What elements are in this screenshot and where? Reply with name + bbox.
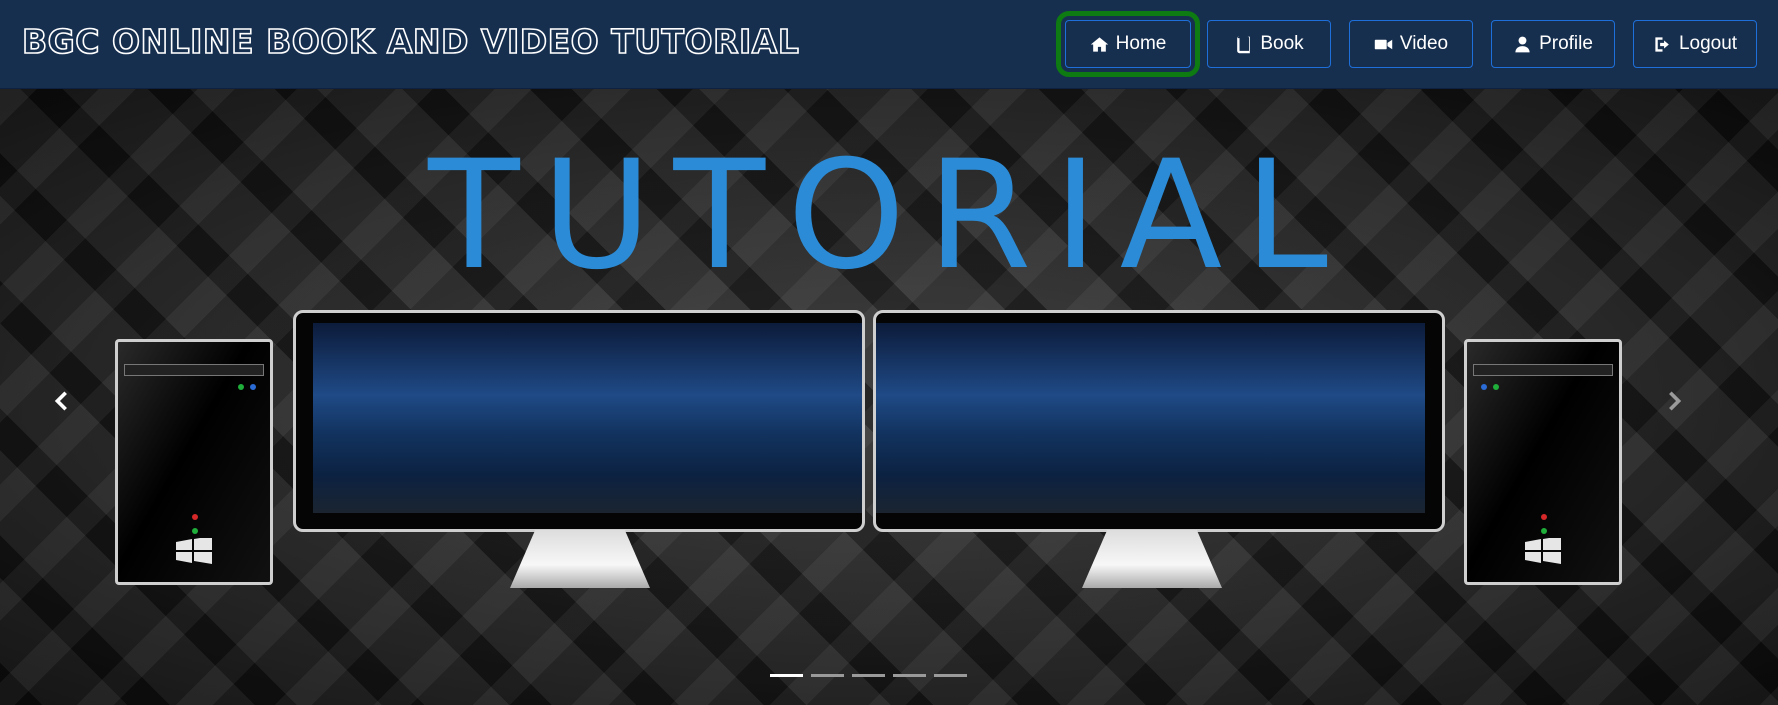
windows-logo-icon — [1525, 538, 1561, 564]
left-monitor-image — [293, 310, 865, 532]
carousel-next-button[interactable] — [1652, 379, 1696, 423]
nav-book-label: Book — [1260, 33, 1304, 54]
city-skyline-image — [313, 323, 862, 513]
carousel-prev-button[interactable] — [40, 379, 84, 423]
nav-logout-label: Logout — [1678, 33, 1738, 54]
right-monitor-image — [873, 310, 1445, 532]
city-skyline-image — [876, 323, 1425, 513]
nav-home-label: Home — [1115, 33, 1167, 54]
hero-title: TUTORIAL — [428, 129, 1350, 303]
nav-profile-label: Profile — [1539, 33, 1593, 54]
carousel-indicator-3[interactable] — [852, 674, 885, 677]
windows-logo-icon — [176, 538, 212, 564]
right-tower-image — [1464, 339, 1622, 585]
home-icon — [1090, 36, 1108, 52]
logout-icon — [1655, 36, 1669, 52]
carousel-indicator-5[interactable] — [934, 674, 967, 677]
brand-title: BGC ONLINE BOOK AND VIDEO TUTORIAL — [21, 21, 800, 62]
navbar: BGC ONLINE BOOK AND VIDEO TUTORIAL Home … — [0, 0, 1778, 89]
chevron-left-icon — [54, 391, 67, 411]
nav-profile-button[interactable]: Profile — [1491, 20, 1615, 68]
user-icon — [1515, 36, 1530, 52]
carousel-indicator-2[interactable] — [811, 674, 844, 677]
left-tower-image — [115, 339, 273, 585]
nav-video-label: Video — [1399, 33, 1449, 54]
video-camera-icon — [1374, 39, 1393, 49]
carousel-indicators — [770, 674, 967, 677]
chevron-right-icon — [1669, 391, 1682, 411]
carousel-indicator-4[interactable] — [893, 674, 926, 677]
hero-carousel: TUTORIAL — [0, 89, 1778, 705]
monitor-stand — [1082, 530, 1222, 588]
carousel-indicator-1[interactable] — [770, 674, 803, 677]
monitor-stand — [510, 530, 650, 588]
nav-home-button[interactable]: Home — [1056, 11, 1200, 77]
book-icon — [1237, 36, 1251, 53]
nav-book-button[interactable]: Book — [1207, 20, 1331, 68]
nav-logout-button[interactable]: Logout — [1633, 20, 1757, 68]
nav-video-button[interactable]: Video — [1349, 20, 1473, 68]
